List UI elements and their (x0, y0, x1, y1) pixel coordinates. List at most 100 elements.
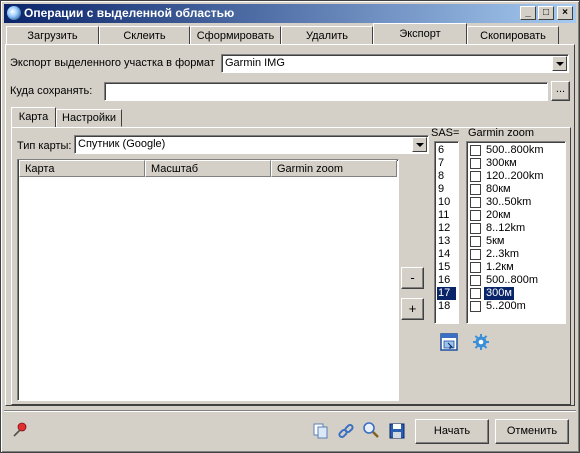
sas-item[interactable]: 8 (437, 170, 456, 183)
garmin-zoom-item-label: 300м (484, 287, 514, 300)
sas-item[interactable]: 14 (437, 248, 456, 261)
garmin-zoom-item[interactable]: 80км (469, 183, 562, 196)
checkbox[interactable] (470, 145, 481, 156)
sas-item[interactable]: 13 (437, 235, 456, 248)
garmin-zoom-item-selected[interactable]: 300м (469, 287, 562, 300)
sas-item[interactable]: 10 (437, 196, 456, 209)
garmin-zoom-item[interactable]: 5..200m (469, 300, 562, 313)
garmin-zoom-item[interactable]: 8..12km (469, 222, 562, 235)
tab-export[interactable]: Экспорт (373, 23, 467, 45)
title-bar[interactable]: Операции с выделенной областью _ □ × (4, 4, 576, 23)
minimize-button[interactable]: _ (520, 6, 536, 20)
garmin-zoom-item[interactable]: 1.2км (469, 261, 562, 274)
maximize-button[interactable]: □ (538, 6, 554, 20)
checkbox[interactable] (470, 262, 481, 273)
garmin-zoom-item[interactable]: 500..800km (469, 144, 562, 157)
column-header-garmin-zoom[interactable]: Garmin zoom (271, 160, 397, 177)
map-tab-panel: Тип карты: Спутник (Google) Карта Масшта… (11, 127, 571, 405)
export-format-label: Экспорт выделенного участка в формат (10, 57, 215, 69)
save-icon[interactable] (388, 422, 406, 440)
garmin-zoom-item[interactable]: 5км (469, 235, 562, 248)
dialog-window: Операции с выделенной областью _ □ × Заг… (0, 0, 580, 453)
checkbox[interactable] (470, 158, 481, 169)
tab-map[interactable]: Карта (11, 107, 56, 128)
save-path-input[interactable] (104, 82, 548, 101)
garmin-zoom-item-label: 500..800m (486, 274, 538, 286)
checkbox[interactable] (470, 301, 481, 312)
window-title: Операции с выделенной областью (24, 6, 235, 20)
add-map-button[interactable]: + (401, 298, 424, 320)
tab-download[interactable]: Загрузить (6, 26, 99, 45)
garmin-zoom-item-label: 2..3km (486, 248, 520, 260)
app-icon (7, 6, 21, 20)
map-type-select[interactable]: Спутник (Google) (74, 135, 429, 154)
sas-item[interactable]: 7 (437, 157, 456, 170)
map-type-label: Тип карты: (17, 140, 72, 152)
zoom-icon[interactable] (362, 421, 380, 439)
sas-zoom-list[interactable]: 6 7 8 9 10 11 12 13 14 15 16 17 18 (434, 141, 459, 324)
export-panel: Экспорт выделенного участка в формат Gar… (5, 44, 575, 406)
garmin-zoom-item-label: 8..12km (486, 222, 526, 234)
sas-item[interactable]: 16 (437, 274, 456, 287)
sas-item[interactable]: 6 (437, 144, 456, 157)
link-icon[interactable] (337, 422, 355, 440)
export-format-select[interactable]: Garmin IMG (221, 54, 569, 73)
cancel-button[interactable]: Отменить (495, 419, 569, 444)
garmin-zoom-item-label: 500..800km (486, 144, 544, 156)
tab-delete[interactable]: Удалить (281, 26, 373, 45)
garmin-zoom-item-label: 5км (486, 235, 505, 247)
checkbox[interactable] (470, 275, 481, 286)
garmin-zoom-label: Garmin zoom (468, 127, 535, 139)
sas-item[interactable]: 15 (437, 261, 456, 274)
garmin-zoom-item[interactable]: 120..200km (469, 170, 562, 183)
checkbox[interactable] (470, 236, 481, 247)
checkbox[interactable] (470, 184, 481, 195)
garmin-zoom-item-label: 30..50km (486, 196, 532, 208)
gear-icon[interactable] (472, 333, 490, 351)
checkbox[interactable] (470, 171, 481, 182)
garmin-zoom-item-label: 1.2км (486, 261, 514, 273)
garmin-zoom-item-label: 20км (486, 209, 511, 221)
sas-item[interactable]: 18 (437, 300, 456, 313)
garmin-zoom-item-label: 5..200m (486, 300, 526, 312)
chevron-down-icon[interactable] (412, 137, 427, 152)
pin-icon[interactable] (11, 421, 29, 439)
map-type-value: Спутник (Google) (78, 138, 166, 150)
checkbox[interactable] (470, 288, 481, 299)
garmin-zoom-item-label: 80км (486, 183, 511, 195)
tab-copy[interactable]: Скопировать (467, 26, 559, 45)
garmin-zoom-item[interactable]: 300км (469, 157, 562, 170)
tab-settings[interactable]: Настройки (56, 109, 122, 127)
garmin-zoom-item-label: 300км (486, 157, 517, 169)
map-list[interactable]: Карта Масштаб Garmin zoom (17, 159, 399, 401)
checkbox[interactable] (470, 249, 481, 260)
garmin-zoom-item[interactable]: 2..3km (469, 248, 562, 261)
column-header-map[interactable]: Карта (19, 160, 145, 177)
sas-item[interactable]: 11 (437, 209, 456, 222)
browse-button[interactable]: ... (551, 81, 570, 101)
garmin-zoom-list[interactable]: 500..800km 300км 120..200km 80км 30..50k… (466, 141, 566, 324)
copy-icon[interactable] (312, 422, 330, 440)
export-format-value: Garmin IMG (225, 57, 285, 69)
garmin-zoom-item[interactable]: 30..50km (469, 196, 562, 209)
close-button[interactable]: × (557, 6, 573, 20)
checkbox[interactable] (470, 197, 481, 208)
remove-map-button[interactable]: - (401, 267, 424, 289)
garmin-zoom-item[interactable]: 500..800m (469, 274, 562, 287)
start-button[interactable]: Начать (415, 419, 489, 444)
garmin-zoom-item-label: 120..200km (486, 170, 544, 182)
sas-item[interactable]: 12 (437, 222, 456, 235)
column-header-scale[interactable]: Масштаб (145, 160, 271, 177)
checkbox[interactable] (470, 223, 481, 234)
save-path-label: Куда сохранять: (10, 85, 93, 97)
sas-item-selected[interactable]: 17 (437, 287, 456, 300)
chevron-down-icon[interactable] (552, 56, 567, 71)
garmin-zoom-item[interactable]: 20км (469, 209, 562, 222)
sas-item[interactable]: 9 (437, 183, 456, 196)
sas-label: SAS= (431, 127, 460, 139)
bottom-divider (4, 410, 576, 412)
tab-stitch[interactable]: Склеить (99, 26, 190, 45)
checkbox[interactable] (470, 210, 481, 221)
tab-generate[interactable]: Сформировать (190, 26, 281, 45)
map-settings-icon[interactable] (440, 333, 458, 351)
